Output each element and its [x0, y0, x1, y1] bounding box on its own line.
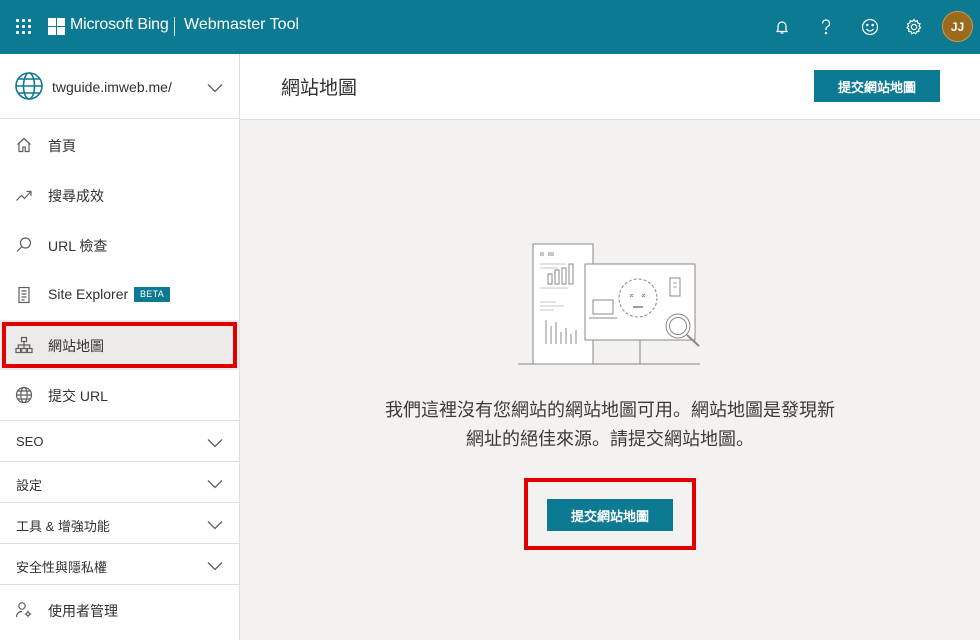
empty-state-line-2: 網址的絕佳來源。請提交網站地圖。 — [466, 429, 754, 449]
page-header: 網站地圖 提交網站地圖 — [240, 54, 980, 120]
submit-sitemap-header-button[interactable]: 提交網站地圖 — [814, 70, 940, 102]
chevron-down-icon — [207, 435, 223, 453]
page-title: 網站地圖 — [281, 78, 358, 99]
trend-icon — [15, 186, 33, 204]
empty-state-panel: 我們這裡沒有您網站的網站地圖可用。網站地圖是發現新 網址的絕佳來源。請提交網站地… — [240, 120, 980, 640]
sidebar-section-tools[interactable]: 工具 & 增強功能 — [0, 502, 239, 543]
site-selector-value: twguide.imweb.me/ — [52, 79, 172, 95]
sidebar-item-url-inspection[interactable]: URL 檢查 — [0, 220, 239, 270]
sidebar-section-label: 安全性與隱私權 — [16, 560, 108, 575]
empty-sitemap-illustration — [518, 242, 700, 373]
avatar[interactable]: JJ — [942, 11, 973, 42]
top-bar: Microsoft Bing Webmaster Tool JJ — [0, 0, 980, 54]
sidebar-section-label: SEO — [16, 434, 44, 449]
home-icon — [15, 136, 33, 154]
sidebar-item-label: 使用者管理 — [48, 603, 118, 619]
sidebar-section-seo[interactable]: SEO — [0, 420, 239, 461]
sidebar-item-label: 首頁 — [48, 138, 76, 154]
sidebar: twguide.imweb.me/ 首頁 搜尋成效 URL 檢查 Site Ex… — [0, 54, 240, 640]
brand-divider — [174, 17, 175, 36]
help-icon[interactable] — [815, 16, 837, 38]
sitemap-icon — [15, 336, 33, 354]
document-icon — [15, 286, 33, 304]
smiley-icon[interactable] — [859, 16, 881, 38]
site-selector[interactable]: twguide.imweb.me/ — [0, 54, 239, 119]
chevron-down-icon — [207, 558, 223, 576]
submit-sitemap-button[interactable]: 提交網站地圖 — [547, 499, 673, 531]
empty-state-line-1: 我們這裡沒有您網站的網站地圖可用。網站地圖是發現新 — [385, 400, 835, 420]
user-settings-icon — [15, 601, 33, 619]
chevron-down-icon — [207, 476, 223, 494]
sidebar-item-user-management[interactable]: 使用者管理 — [0, 584, 239, 634]
sidebar-item-site-explorer[interactable]: Site Explorer BETA — [0, 270, 239, 320]
empty-state-message: 我們這裡沒有您網站的網站地圖可用。網站地圖是發現新 網址的絕佳來源。請提交網站地… — [350, 396, 870, 454]
sidebar-section-security-privacy[interactable]: 安全性與隱私權 — [0, 543, 239, 584]
sidebar-item-label: 搜尋成效 — [48, 188, 104, 204]
sidebar-item-search-performance[interactable]: 搜尋成效 — [0, 170, 239, 220]
gear-icon[interactable] — [903, 16, 925, 38]
sidebar-item-label: 網站地圖 — [48, 338, 104, 354]
sidebar-item-sitemaps[interactable]: 網站地圖 — [0, 320, 239, 370]
brand-name[interactable]: Microsoft Bing — [70, 16, 169, 34]
sidebar-item-label: Site Explorer — [48, 286, 129, 302]
globe-icon — [14, 71, 44, 106]
product-name: Webmaster Tool — [184, 16, 300, 33]
sidebar-section-settings[interactable]: 設定 — [0, 461, 239, 502]
sidebar-section-label: 工具 & 增強功能 — [16, 519, 110, 534]
sidebar-item-label: URL 檢查 — [48, 238, 108, 254]
microsoft-logo-icon — [48, 18, 66, 36]
sidebar-item-label: 提交 URL — [48, 388, 108, 404]
globe-icon — [15, 386, 33, 404]
sidebar-item-submit-url[interactable]: 提交 URL — [0, 370, 239, 420]
search-icon — [15, 236, 33, 254]
sidebar-item-home[interactable]: 首頁 — [0, 120, 239, 170]
waffle-icon[interactable] — [16, 19, 32, 35]
sidebar-section-label: 設定 — [16, 478, 43, 493]
chevron-down-icon — [207, 517, 223, 535]
beta-badge: BETA — [134, 287, 171, 302]
bell-icon[interactable] — [771, 16, 793, 38]
chevron-down-icon[interactable] — [207, 80, 223, 98]
